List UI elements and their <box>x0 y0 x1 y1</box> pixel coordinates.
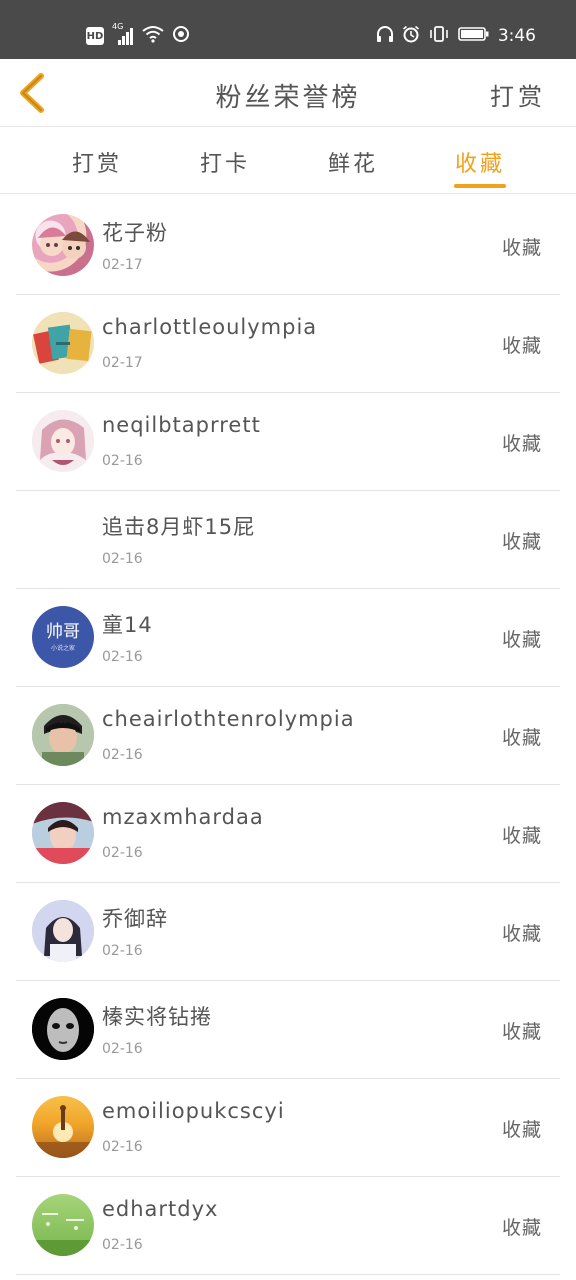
tab-reward[interactable]: 打赏 <box>42 146 152 178</box>
hd-badge: HD <box>86 27 104 45</box>
fan-action-label: 收藏 <box>501 1021 542 1043</box>
tab-favorites[interactable]: 收藏 <box>425 146 535 178</box>
fan-action-label: 收藏 <box>501 825 542 847</box>
active-tab-indicator <box>454 184 506 188</box>
fan-date: 02-16 <box>102 1139 143 1155</box>
tab-flowers[interactable]: 鲜花 <box>298 146 408 178</box>
wifi-icon <box>142 25 164 47</box>
list-item[interactable]: 乔御辞 02-16 收藏 <box>16 883 560 981</box>
alarm-icon <box>402 25 420 47</box>
fan-list: 花子粉 02-17 收藏 charlottleoulympia 02-17 收藏 <box>16 197 560 1275</box>
fan-action-label: 收藏 <box>501 727 542 749</box>
headphones-icon <box>376 25 394 47</box>
avatar: 帅哥 小说之家 <box>32 606 94 668</box>
fan-date: 02-17 <box>102 355 143 371</box>
fan-name: 花子粉 <box>102 221 168 245</box>
fan-name: charlottleoulympia <box>102 315 318 339</box>
avatar <box>32 802 94 864</box>
list-item[interactable]: cheairlothtenrolympia 02-16 收藏 <box>16 687 560 785</box>
status-right: 3:46 <box>376 24 536 48</box>
cellular-signal-icon: 4G <box>112 22 134 46</box>
avatar-subtext: 小说之家 <box>50 644 75 652</box>
fan-action-label: 收藏 <box>501 433 542 455</box>
fan-name: 童14 <box>102 613 153 637</box>
fan-action-label: 收藏 <box>501 629 542 651</box>
status-bar: HD 4G 3:46 <box>0 0 576 59</box>
vibrate-icon <box>428 25 450 47</box>
list-item[interactable]: emoiliopukcscyi 02-16 收藏 <box>16 1079 560 1177</box>
sync-icon <box>172 25 190 47</box>
fan-name: emoiliopukcscyi <box>102 1099 285 1123</box>
avatar <box>32 312 94 374</box>
avatar <box>32 1194 94 1256</box>
fan-action-label: 收藏 <box>501 335 542 357</box>
fan-date: 02-16 <box>102 943 143 959</box>
fan-date: 02-17 <box>102 257 143 273</box>
avatar-text: 帅哥 <box>46 621 80 642</box>
status-left: HD 4G <box>86 22 190 48</box>
reward-button[interactable]: 打赏 <box>490 77 546 112</box>
fan-name: edhartdyx <box>102 1197 219 1221</box>
battery-icon <box>458 26 490 46</box>
fan-date: 02-16 <box>102 453 143 469</box>
fan-action-label: 收藏 <box>501 1119 542 1141</box>
list-item[interactable]: mzaxmhardaa 02-16 收藏 <box>16 785 560 883</box>
fan-name: 榛实将钻捲 <box>102 1005 212 1029</box>
list-item[interactable]: 追击8月虾15屁 02-16 收藏 <box>16 491 560 589</box>
avatar <box>32 410 94 472</box>
tab-checkin[interactable]: 打卡 <box>170 146 280 178</box>
fan-name: cheairlothtenrolympia <box>102 707 355 731</box>
avatar <box>32 214 94 276</box>
avatar <box>32 1096 94 1158</box>
fan-name: 追击8月虾15屁 <box>102 515 256 539</box>
fan-name: mzaxmhardaa <box>102 805 264 829</box>
fan-date: 02-16 <box>102 551 143 567</box>
fan-name: 乔御辞 <box>102 907 168 931</box>
list-item[interactable]: 花子粉 02-17 收藏 <box>16 197 560 295</box>
fan-date: 02-16 <box>102 1237 143 1253</box>
fan-date: 02-16 <box>102 845 143 861</box>
fan-action-label: 收藏 <box>501 1217 542 1239</box>
avatar <box>32 900 94 962</box>
list-item[interactable]: neqilbtaprrett 02-16 收藏 <box>16 393 560 491</box>
list-item[interactable]: 帅哥 小说之家 童14 02-16 收藏 <box>16 589 560 687</box>
list-item[interactable]: edhartdyx 02-16 收藏 <box>16 1177 560 1275</box>
fan-date: 02-16 <box>102 1041 143 1057</box>
avatar <box>32 508 94 570</box>
fan-action-label: 收藏 <box>501 237 542 259</box>
list-item[interactable]: charlottleoulympia 02-17 收藏 <box>16 295 560 393</box>
fan-name: neqilbtaprrett <box>102 413 261 437</box>
fan-date: 02-16 <box>102 747 143 763</box>
app-header: 粉丝荣誉榜 打赏 <box>0 59 576 127</box>
fan-action-label: 收藏 <box>501 923 542 945</box>
list-item[interactable]: 榛实将钻捲 02-16 收藏 <box>16 981 560 1079</box>
fan-action-label: 收藏 <box>501 531 542 553</box>
tab-bar: 打赏 打卡 鲜花 收藏 <box>0 127 576 194</box>
avatar <box>32 998 94 1060</box>
avatar <box>32 704 94 766</box>
fan-date: 02-16 <box>102 649 143 665</box>
status-time: 3:46 <box>497 26 536 46</box>
